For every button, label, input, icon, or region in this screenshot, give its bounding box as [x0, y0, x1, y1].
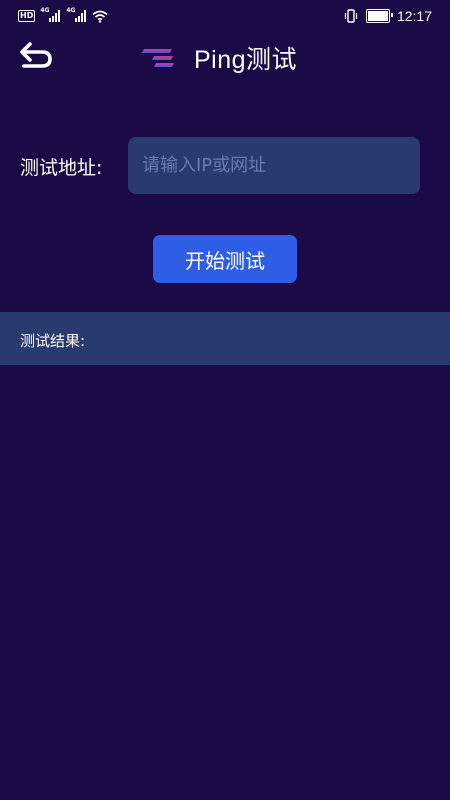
- battery-level: [367, 11, 388, 21]
- status-left: HD 4G 4G: [18, 7, 108, 24]
- app-header: Ping测试: [0, 34, 450, 82]
- header-title-group: Ping测试: [140, 42, 297, 74]
- start-test-button[interactable]: 开始测试: [153, 235, 297, 283]
- network-type-label: 4G: [40, 7, 50, 14]
- signal-icon: 4G: [40, 7, 61, 22]
- page-title: Ping测试: [194, 46, 298, 74]
- result-label: 测试结果:: [20, 332, 86, 350]
- back-arrow-icon: [20, 42, 52, 68]
- vibrate-icon: [344, 9, 358, 23]
- logo-icon: [142, 49, 174, 67]
- signal-icon: 4G: [66, 7, 87, 22]
- address-label: 测试地址:: [20, 157, 103, 179]
- hd-icon: HD: [18, 10, 36, 22]
- back-button[interactable]: [18, 40, 60, 74]
- wifi-icon: [92, 10, 108, 23]
- address-input[interactable]: [128, 137, 420, 194]
- status-time: 12:17: [396, 8, 432, 24]
- result-output: [0, 365, 450, 800]
- network-type-label: 4G: [66, 7, 76, 14]
- status-right: 12:17: [343, 7, 432, 25]
- ping-test-screen: HD 4G 4G 12:17 Ping测试 测试地址: 请输入IP或网址 开始测…: [0, 0, 450, 800]
- result-header: 测试结果:: [0, 312, 450, 365]
- status-bar: HD 4G 4G 12:17: [0, 0, 450, 32]
- battery-icon: [365, 9, 393, 23]
